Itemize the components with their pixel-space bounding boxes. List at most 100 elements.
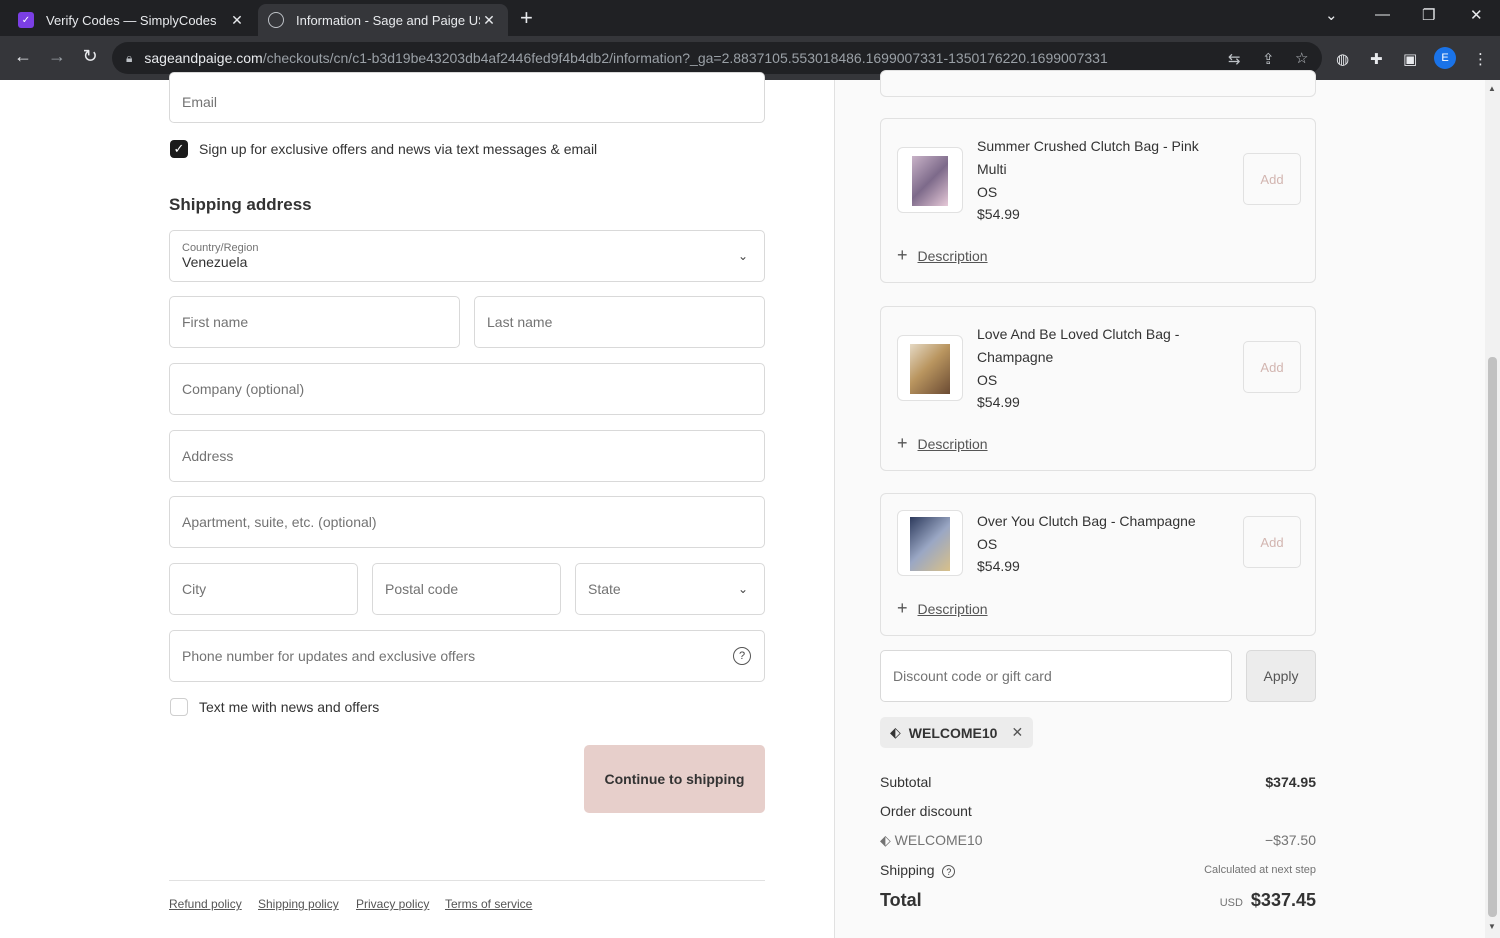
city-field[interactable]: City [169, 563, 358, 615]
country-value: Venezuela [182, 254, 248, 270]
profile-avatar[interactable]: E [1434, 47, 1456, 69]
share-icon[interactable]: ⇪ [1262, 50, 1275, 68]
minimize-icon[interactable]: — [1375, 6, 1390, 23]
signup-label: Sign up for exclusive offers and news vi… [199, 141, 598, 157]
tab-title: Verify Codes — SimplyCodes [46, 12, 217, 28]
total-value: $337.45 [1250, 890, 1316, 910]
currency-code: USD [1219, 897, 1243, 909]
menu-kebab-icon[interactable]: ⋮ [1473, 50, 1488, 68]
product-price: $54.99 [977, 558, 1020, 574]
order-discount-label: Order discount [880, 803, 972, 819]
product-name: Love And Be Loved Clutch Bag - Champagne [977, 326, 1180, 365]
tab-title: Information - Sage and Paige US [296, 12, 480, 28]
applied-discount-chip: ⬖ WELCOME10 ✕ [880, 717, 1034, 748]
product-size: OS [977, 372, 998, 388]
add-button[interactable]: Add [1243, 153, 1301, 205]
simplycodes-icon: ✓ [18, 12, 34, 28]
description-toggle[interactable]: + Description [897, 433, 988, 454]
total-row: Total USD $337.45 [880, 890, 1316, 911]
product-card-partial [880, 70, 1316, 97]
text-me-checkbox[interactable] [170, 698, 188, 716]
subtotal-label: Subtotal [880, 774, 932, 790]
chevron-down-icon: ⌄ [737, 249, 748, 263]
refund-policy-link[interactable]: Refund policy [169, 897, 242, 911]
apply-button[interactable]: Apply [1246, 650, 1316, 702]
page-scrollbar[interactable]: ▲ ▼ [1485, 80, 1500, 938]
state-select[interactable]: State ⌄ [575, 563, 765, 615]
close-tab-icon[interactable]: ✕ [480, 12, 498, 29]
new-tab-button[interactable]: + [520, 6, 533, 30]
shipping-row: Shipping ? Calculated at next step [880, 862, 1316, 878]
terms-of-service-link[interactable]: Terms of service [445, 897, 532, 911]
tag-icon: ⬖ [890, 724, 901, 740]
address-field[interactable]: Address [169, 430, 765, 482]
close-tab-icon[interactable]: ✕ [228, 12, 246, 29]
signup-checkbox[interactable]: ✓ [170, 140, 188, 158]
footer-divider [169, 880, 765, 881]
checkout-form-panel: Email ✓ Sign up for exclusive offers and… [0, 72, 835, 938]
product-thumbnail [897, 147, 963, 213]
plus-icon: + [897, 598, 908, 618]
shipping-address-heading: Shipping address [169, 195, 312, 214]
chevron-down-icon: ⌄ [737, 582, 748, 596]
add-button[interactable]: Add [1243, 516, 1301, 568]
product-price: $54.99 [977, 206, 1020, 222]
tab-verify-codes[interactable]: ✓ Verify Codes — SimplyCodes ✕ [8, 4, 256, 36]
product-name: Summer Crushed Clutch Bag - Pink Multi [977, 138, 1199, 177]
subtotal-row: Subtotal $374.95 [880, 774, 1316, 790]
discount-value: −$37.50 [1265, 832, 1316, 848]
applied-code: WELCOME10 [908, 724, 998, 741]
help-question-icon[interactable]: ? [942, 865, 956, 878]
remove-discount-icon[interactable]: ✕ [1011, 724, 1023, 741]
total-label: Total [880, 890, 922, 910]
add-button[interactable]: Add [1243, 341, 1301, 393]
restore-icon[interactable]: ❐ [1422, 6, 1435, 24]
lock-icon: 🔒︎ [126, 50, 133, 65]
help-question-icon[interactable]: ? [733, 647, 751, 665]
reload-icon[interactable]: ↻ [78, 46, 102, 67]
product-size: OS [977, 536, 998, 552]
checkout-page: Email ✓ Sign up for exclusive offers and… [0, 70, 1500, 938]
description-toggle[interactable]: + Description [897, 245, 988, 266]
globe-icon [268, 12, 284, 28]
extensions-puzzle-icon[interactable]: ✚ [1370, 50, 1383, 68]
product-thumbnail [897, 335, 963, 401]
tag-icon: ⬖ [880, 832, 891, 848]
plus-icon: + [897, 433, 908, 453]
description-toggle[interactable]: + Description [897, 598, 988, 619]
subtotal-value: $374.95 [1265, 774, 1316, 790]
country-select[interactable]: Country/Region Venezuela ⌄ [169, 230, 765, 282]
close-window-icon[interactable]: ✕ [1470, 6, 1483, 24]
bookmark-star-icon[interactable]: ☆ [1295, 49, 1308, 67]
total-amount: USD $337.45 [1220, 890, 1316, 911]
product-card: Summer Crushed Clutch Bag - Pink Multi O… [880, 118, 1316, 283]
apartment-field[interactable]: Apartment, suite, etc. (optional) [169, 496, 765, 548]
last-name-field[interactable]: Last name [474, 296, 765, 348]
product-card: Love And Be Loved Clutch Bag - Champagne… [880, 306, 1316, 471]
scroll-up-icon[interactable]: ▲ [1488, 84, 1496, 93]
phone-field[interactable]: Phone number for updates and exclusive o… [169, 630, 765, 682]
tab-search-icon[interactable]: ⌄ [1325, 6, 1338, 24]
privacy-policy-link[interactable]: Privacy policy [356, 897, 429, 911]
product-thumbnail [897, 510, 963, 576]
tab-information[interactable]: Information - Sage and Paige US ✕ [258, 4, 508, 36]
back-icon[interactable]: ← [11, 46, 35, 67]
scrollbar-thumb[interactable] [1488, 357, 1497, 917]
discount-code-input[interactable]: Discount code or gift card [880, 650, 1232, 702]
shipping-value: Calculated at next step [1204, 864, 1316, 876]
forward-icon[interactable]: → [45, 46, 69, 67]
continue-to-shipping-button[interactable]: Continue to shipping [584, 745, 765, 813]
text-me-label: Text me with news and offers [199, 699, 380, 715]
company-field[interactable]: Company (optional) [169, 363, 765, 415]
scroll-down-icon[interactable]: ▼ [1488, 922, 1496, 931]
first-name-field[interactable]: First name [169, 296, 460, 348]
discount-code-row: ⬖ WELCOME10 −$37.50 [880, 832, 1316, 849]
product-size: OS [977, 184, 998, 200]
side-panel-icon[interactable]: ▣ [1403, 50, 1417, 68]
postal-code-field[interactable]: Postal code [372, 563, 561, 615]
translate-icon[interactable]: ⇆ [1228, 50, 1241, 68]
extension-globe-icon[interactable]: ◍ [1336, 50, 1349, 68]
shipping-policy-link[interactable]: Shipping policy [258, 897, 339, 911]
email-field[interactable]: Email [169, 72, 765, 123]
shipping-label: Shipping [880, 862, 935, 878]
